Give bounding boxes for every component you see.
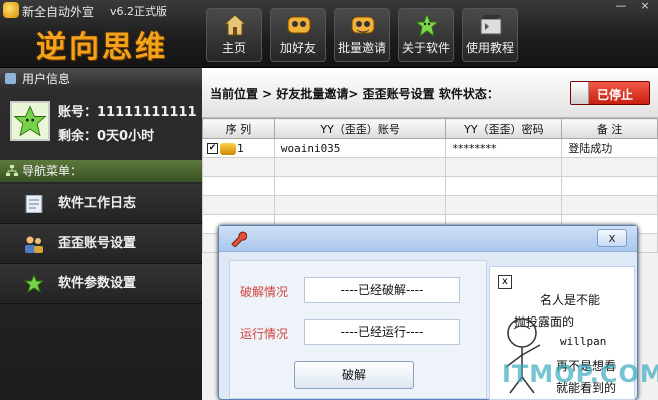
toolbar-batch-invite-label: 批量邀请 — [337, 41, 386, 55]
table-row — [202, 195, 658, 215]
table-header-row: 序 列 YY（歪歪）账号 YY（歪歪）密码 备 注 — [202, 118, 658, 139]
toolbar-batch-invite-button[interactable]: 批量邀请 — [334, 8, 390, 62]
toolbar-add-friend-button[interactable]: 加好友 — [270, 8, 326, 62]
toolbar-tutorial-button[interactable]: 使用教程 — [462, 8, 518, 62]
status-toggle-button[interactable]: 已停止 — [570, 81, 650, 105]
add-friend-icon — [287, 16, 311, 34]
account-settings-icon — [25, 236, 43, 253]
nav-item-label: 软件工作日志 — [58, 196, 137, 211]
nav-menu-header: 导航菜单： — [0, 160, 202, 182]
nav-menu-title: 导航菜单： — [22, 164, 83, 178]
toolbar-add-friend-label: 加好友 — [279, 41, 316, 55]
batch-invite-icon — [351, 16, 375, 34]
table-row — [202, 176, 658, 196]
home-icon — [223, 14, 247, 36]
toolbar-home-button[interactable]: 主页 — [206, 8, 262, 62]
nav-item-params-settings[interactable]: 软件参数设置 — [0, 264, 202, 304]
column-header-index[interactable]: 序 列 — [202, 118, 275, 139]
crack-status-field: ----已经破解---- — [304, 277, 460, 303]
run-status-field: ----已经运行---- — [304, 319, 460, 345]
log-icon — [25, 195, 43, 213]
breadcrumb-bar: 当前位置 > 好友批量邀请> 歪歪账号设置 软件状态： 已停止 — [202, 68, 658, 118]
column-header-account[interactable]: YY（歪歪）账号 — [273, 118, 447, 139]
minimize-button[interactable]: — — [610, 0, 632, 14]
title-bar: 新全自动外宣 v6.2正式版 逆向思维 主页 加好友 批量邀请 关于软件 使用教… — [0, 0, 658, 68]
row-checkbox[interactable]: ✔ — [207, 143, 218, 154]
crack-status-label: 破解情况 — [240, 285, 289, 299]
remaining-time: 剩余：0天0小时 — [58, 129, 155, 144]
toolbar-tutorial-label: 使用教程 — [465, 41, 514, 55]
avatar — [10, 101, 50, 141]
about-icon — [415, 13, 439, 37]
column-header-note[interactable]: 备 注 — [561, 118, 658, 139]
nav-item-label: 歪歪账号设置 — [58, 236, 137, 251]
yy-icon — [220, 142, 236, 155]
nav-item-work-log[interactable]: 软件工作日志 — [0, 184, 202, 224]
dialog-form: 破解情况 ----已经破解---- 运行情况 ----已经运行---- 破解 — [229, 260, 487, 399]
dialog-close-button[interactable]: x — [597, 229, 627, 247]
ad-text-line: 名人是不能 — [540, 293, 601, 307]
toolbar-home-label: 主页 — [221, 41, 246, 55]
close-button[interactable]: × — [634, 0, 656, 14]
toolbar-about-button[interactable]: 关于软件 — [398, 8, 454, 62]
nav-item-account-settings[interactable]: 歪歪账号设置 — [0, 224, 202, 264]
table-row[interactable]: ✔ 1 woaini035 ******** 登陆成功 — [202, 138, 658, 158]
user-info-title: 用户信息 — [22, 72, 71, 86]
ad-text-line: willpan — [560, 335, 607, 348]
tutorial-icon — [480, 15, 502, 35]
wrench-icon — [231, 231, 247, 247]
sidebar: 用户信息 账号：11111111111 剩余：0天0小时 导航菜单： 软件工作日… — [0, 68, 202, 400]
breadcrumb: 当前位置 > 好友批量邀请> 歪歪账号设置 软件状态： — [210, 87, 499, 101]
ad-close-button[interactable]: x — [498, 275, 512, 289]
user-icon — [5, 73, 16, 84]
table-row — [202, 157, 658, 177]
cell-password: ******** — [445, 138, 563, 158]
status-label: 已停止 — [597, 88, 634, 102]
column-header-password[interactable]: YY（歪歪）密码 — [445, 118, 563, 139]
user-info-header: 用户信息 — [0, 68, 202, 90]
app-title: 新全自动外宣 — [22, 5, 95, 19]
row-index: 1 — [237, 141, 244, 155]
watermark: ITMOP.COM — [502, 360, 658, 388]
params-settings-icon — [24, 275, 44, 293]
tree-icon — [6, 165, 18, 176]
account-number: 账号：11111111111 — [58, 105, 197, 120]
nav-item-label: 软件参数设置 — [58, 276, 137, 291]
cell-note: 登陆成功 — [561, 138, 658, 158]
app-logo-icon — [3, 2, 19, 18]
brand-title: 逆向思维 — [36, 30, 168, 65]
crack-button[interactable]: 破解 — [294, 361, 414, 389]
app-version: v6.2正式版 — [110, 5, 168, 18]
toggle-knob — [571, 82, 589, 104]
cell-index: ✔ 1 — [202, 138, 275, 158]
toolbar-about-label: 关于软件 — [401, 41, 450, 55]
run-status-label: 运行情况 — [240, 327, 289, 341]
dialog-title-bar[interactable]: x — [219, 226, 637, 252]
cell-account: woaini035 — [273, 138, 447, 158]
